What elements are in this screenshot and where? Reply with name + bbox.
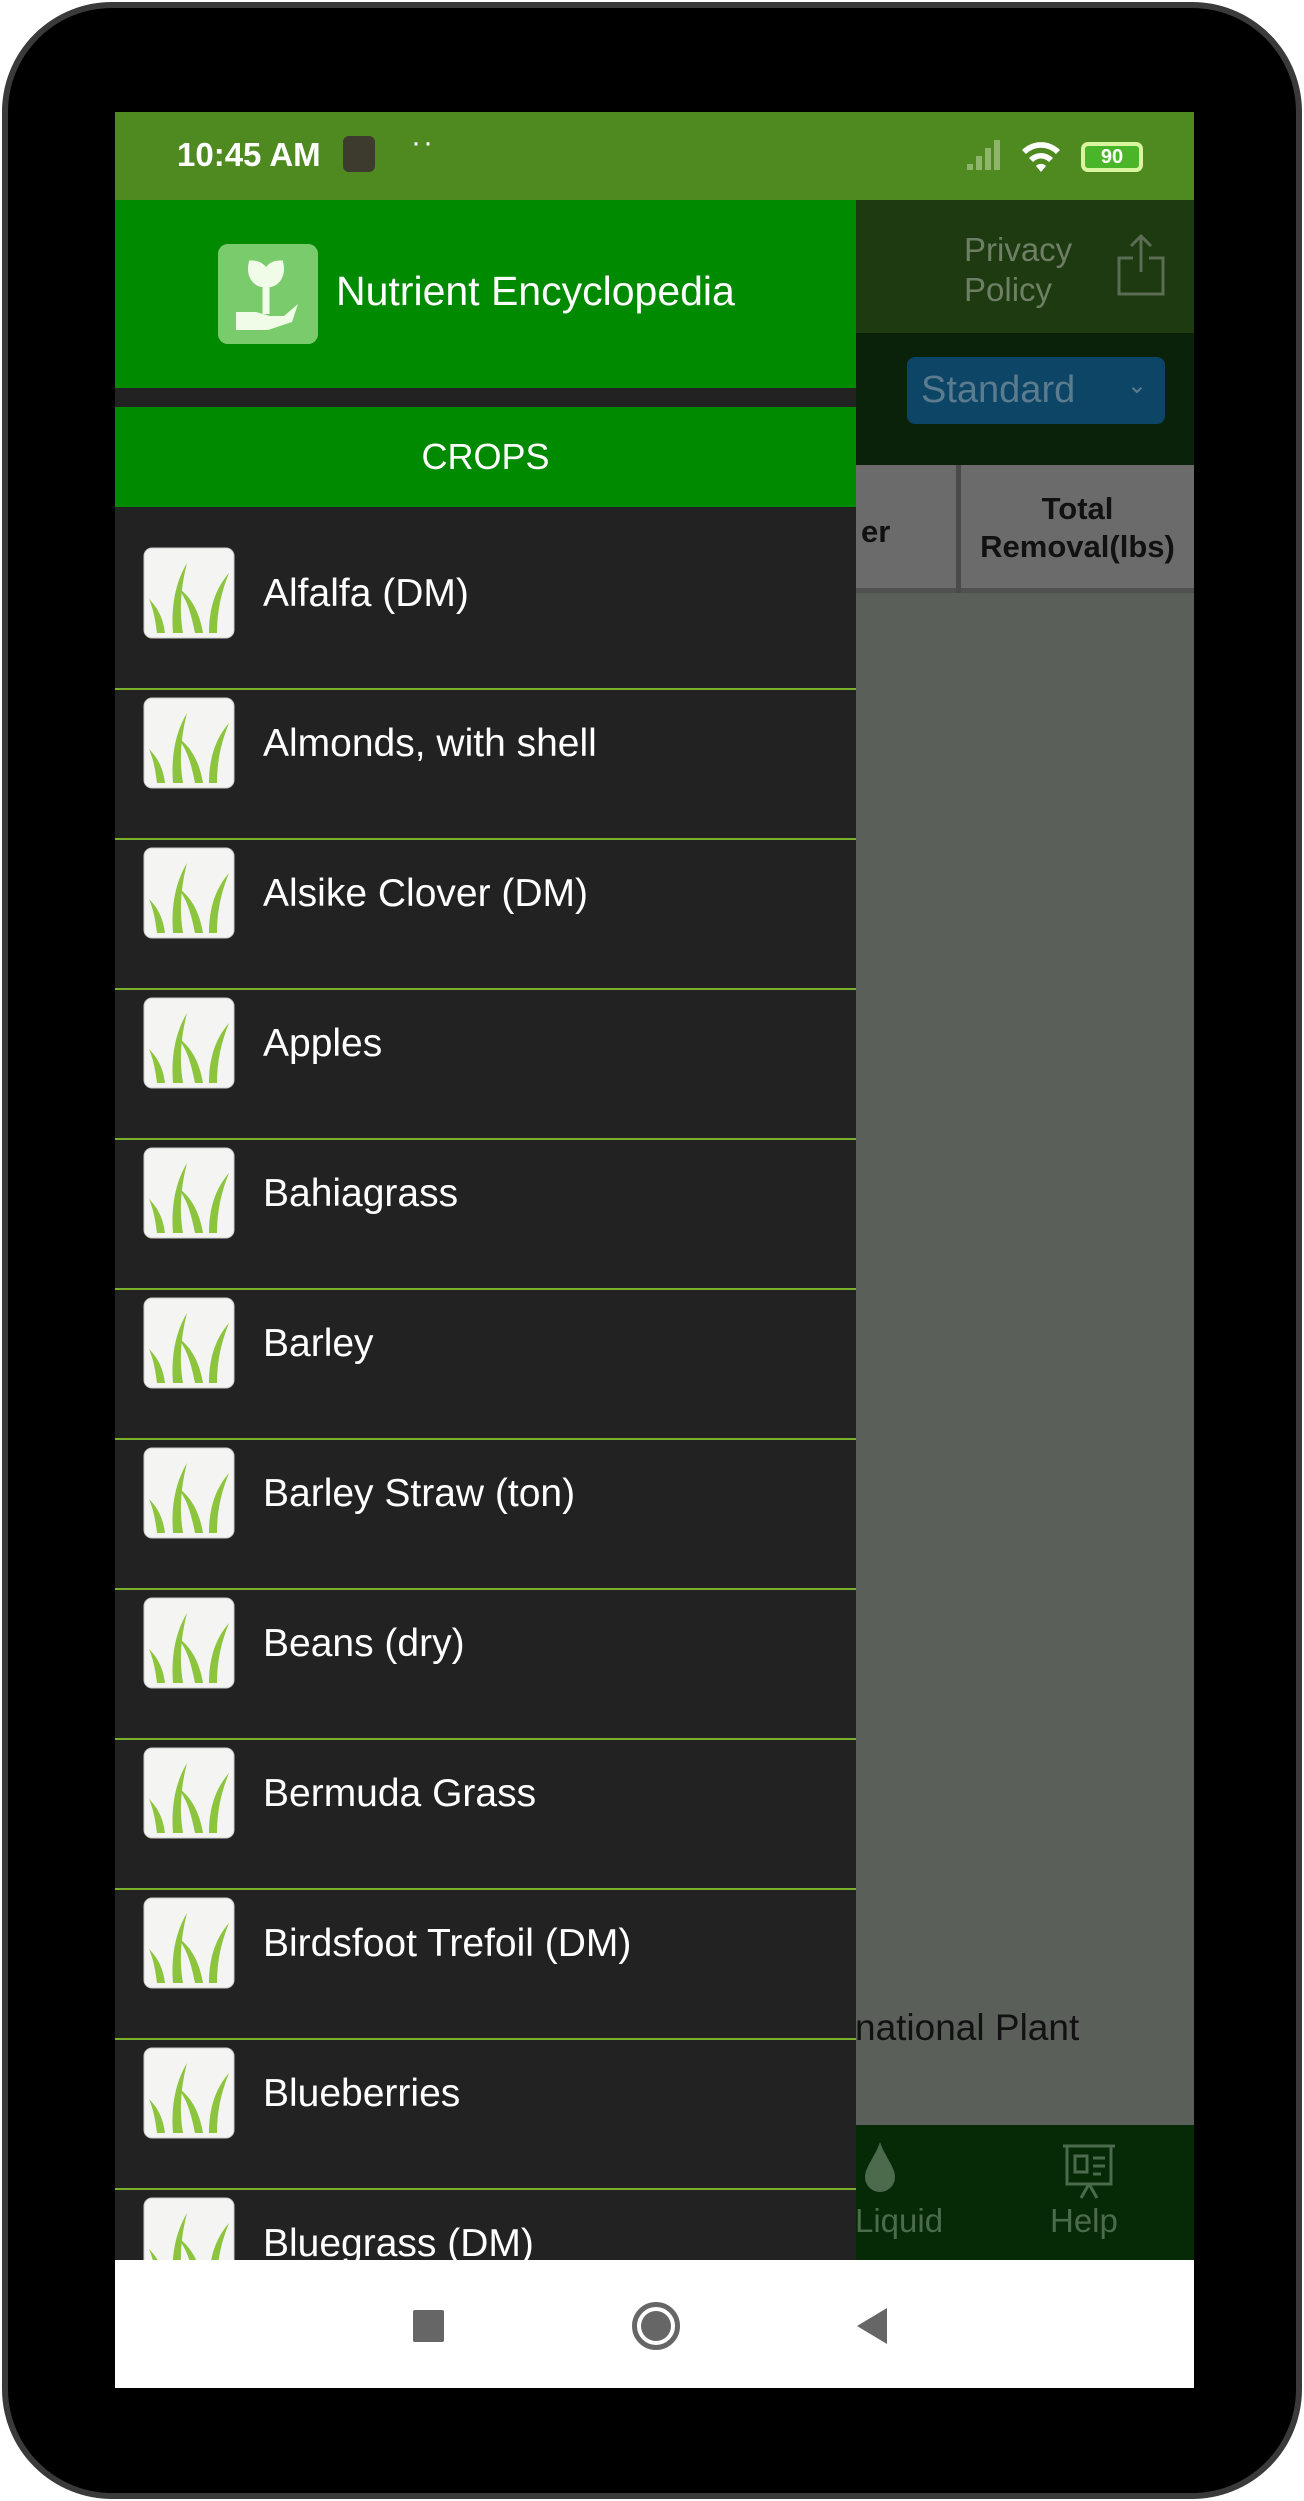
list-item-label: Bahiagrass [263, 1172, 459, 1215]
wifi-icon [1022, 142, 1060, 172]
recents-button[interactable] [413, 2310, 444, 2342]
home-button[interactable] [632, 2302, 680, 2350]
nav-help[interactable]: Help [1050, 2202, 1118, 2240]
navigation-drawer: Nutrient Encyclopedia CROPS Alfalfa (DM)… [115, 200, 856, 2260]
grass-icon [143, 697, 235, 789]
list-item-label: Birdsfoot Trefoil (DM) [263, 1922, 632, 1965]
list-item[interactable]: Bahiagrass [115, 1140, 856, 1290]
list-item-label: Barley Straw (ton) [263, 1472, 576, 1515]
list-item[interactable]: Barley Straw (ton) [115, 1440, 856, 1590]
list-item[interactable]: Alfalfa (DM) [115, 540, 856, 690]
list-item-label: Apples [263, 1022, 383, 1065]
grass-icon [143, 1897, 235, 1989]
crop-list: Alfalfa (DM) Almonds, with shell Alsike Cl… [115, 540, 856, 2260]
unit-select[interactable]: Standard ⌄ [907, 357, 1165, 424]
list-item-label: Almonds, with shell [263, 722, 597, 765]
app-logo-icon [218, 244, 318, 344]
column-header-total-removal: Total Removal(lbs) [980, 491, 1175, 564]
list-item-label: Alsike Clover (DM) [263, 872, 589, 915]
chevron-down-icon: ⌄ [1126, 372, 1147, 399]
list-item[interactable]: Alsike Clover (DM) [115, 840, 856, 990]
drawer-header: Nutrient Encyclopedia [115, 200, 856, 388]
nav-liquid[interactable]: Liquid [855, 2202, 943, 2240]
grass-icon [143, 847, 235, 939]
list-item[interactable]: Apples [115, 990, 856, 1140]
body-text: national Plant [855, 2007, 1080, 2048]
presentation-icon[interactable] [1059, 2142, 1119, 2202]
grass-icon [143, 1447, 235, 1539]
grass-icon [143, 547, 235, 639]
status-bar: 10:45 AM ·· 90 [115, 112, 1194, 200]
battery-indicator: 90 [1081, 142, 1143, 172]
grass-icon [143, 2197, 235, 2260]
crops-section-tab[interactable]: CROPS [115, 407, 856, 507]
privacy-policy-link[interactable]: Privacy Policy [964, 230, 1084, 310]
list-item-label: Blueberries [263, 2072, 461, 2115]
drop-icon[interactable] [865, 2142, 895, 2192]
signal-icon [967, 140, 1000, 170]
app-title: Nutrient Encyclopedia [336, 268, 735, 314]
column-header: er [861, 514, 891, 549]
back-button[interactable] [857, 2308, 887, 2344]
list-item-label: Bermuda Grass [263, 1772, 537, 1815]
screen: 10:45 AM ·· 90 Privacy Policy Standard ⌄ … [115, 112, 1194, 2388]
grass-icon [143, 1147, 235, 1239]
list-item-label: Alfalfa (DM) [263, 572, 469, 615]
app-notification-icon [343, 136, 375, 172]
grass-icon [143, 1747, 235, 1839]
more-notifications-icon: ·· [411, 126, 435, 159]
list-item[interactable]: Barley [115, 1290, 856, 1440]
list-item-label: Barley [263, 1322, 374, 1365]
grass-icon [143, 997, 235, 1089]
list-item[interactable]: Birdsfoot Trefoil (DM) [115, 1890, 856, 2040]
list-item[interactable]: Beans (dry) [115, 1590, 856, 1740]
grass-icon [143, 2047, 235, 2139]
list-item-label: Bluegrass (DM) [263, 2222, 534, 2260]
unit-select-value: Standard [921, 369, 1076, 411]
list-item[interactable]: Blueberries [115, 2040, 856, 2190]
system-nav-bar [115, 2260, 1194, 2388]
status-time: 10:45 AM [177, 136, 321, 173]
grass-icon [143, 1597, 235, 1689]
list-item[interactable]: Bluegrass (DM) [115, 2190, 856, 2260]
list-item-label: Beans (dry) [263, 1622, 465, 1665]
share-icon[interactable] [1115, 234, 1167, 296]
list-item[interactable]: Almonds, with shell [115, 690, 856, 840]
grass-icon [143, 1297, 235, 1389]
list-item[interactable]: Bermuda Grass [115, 1740, 856, 1890]
